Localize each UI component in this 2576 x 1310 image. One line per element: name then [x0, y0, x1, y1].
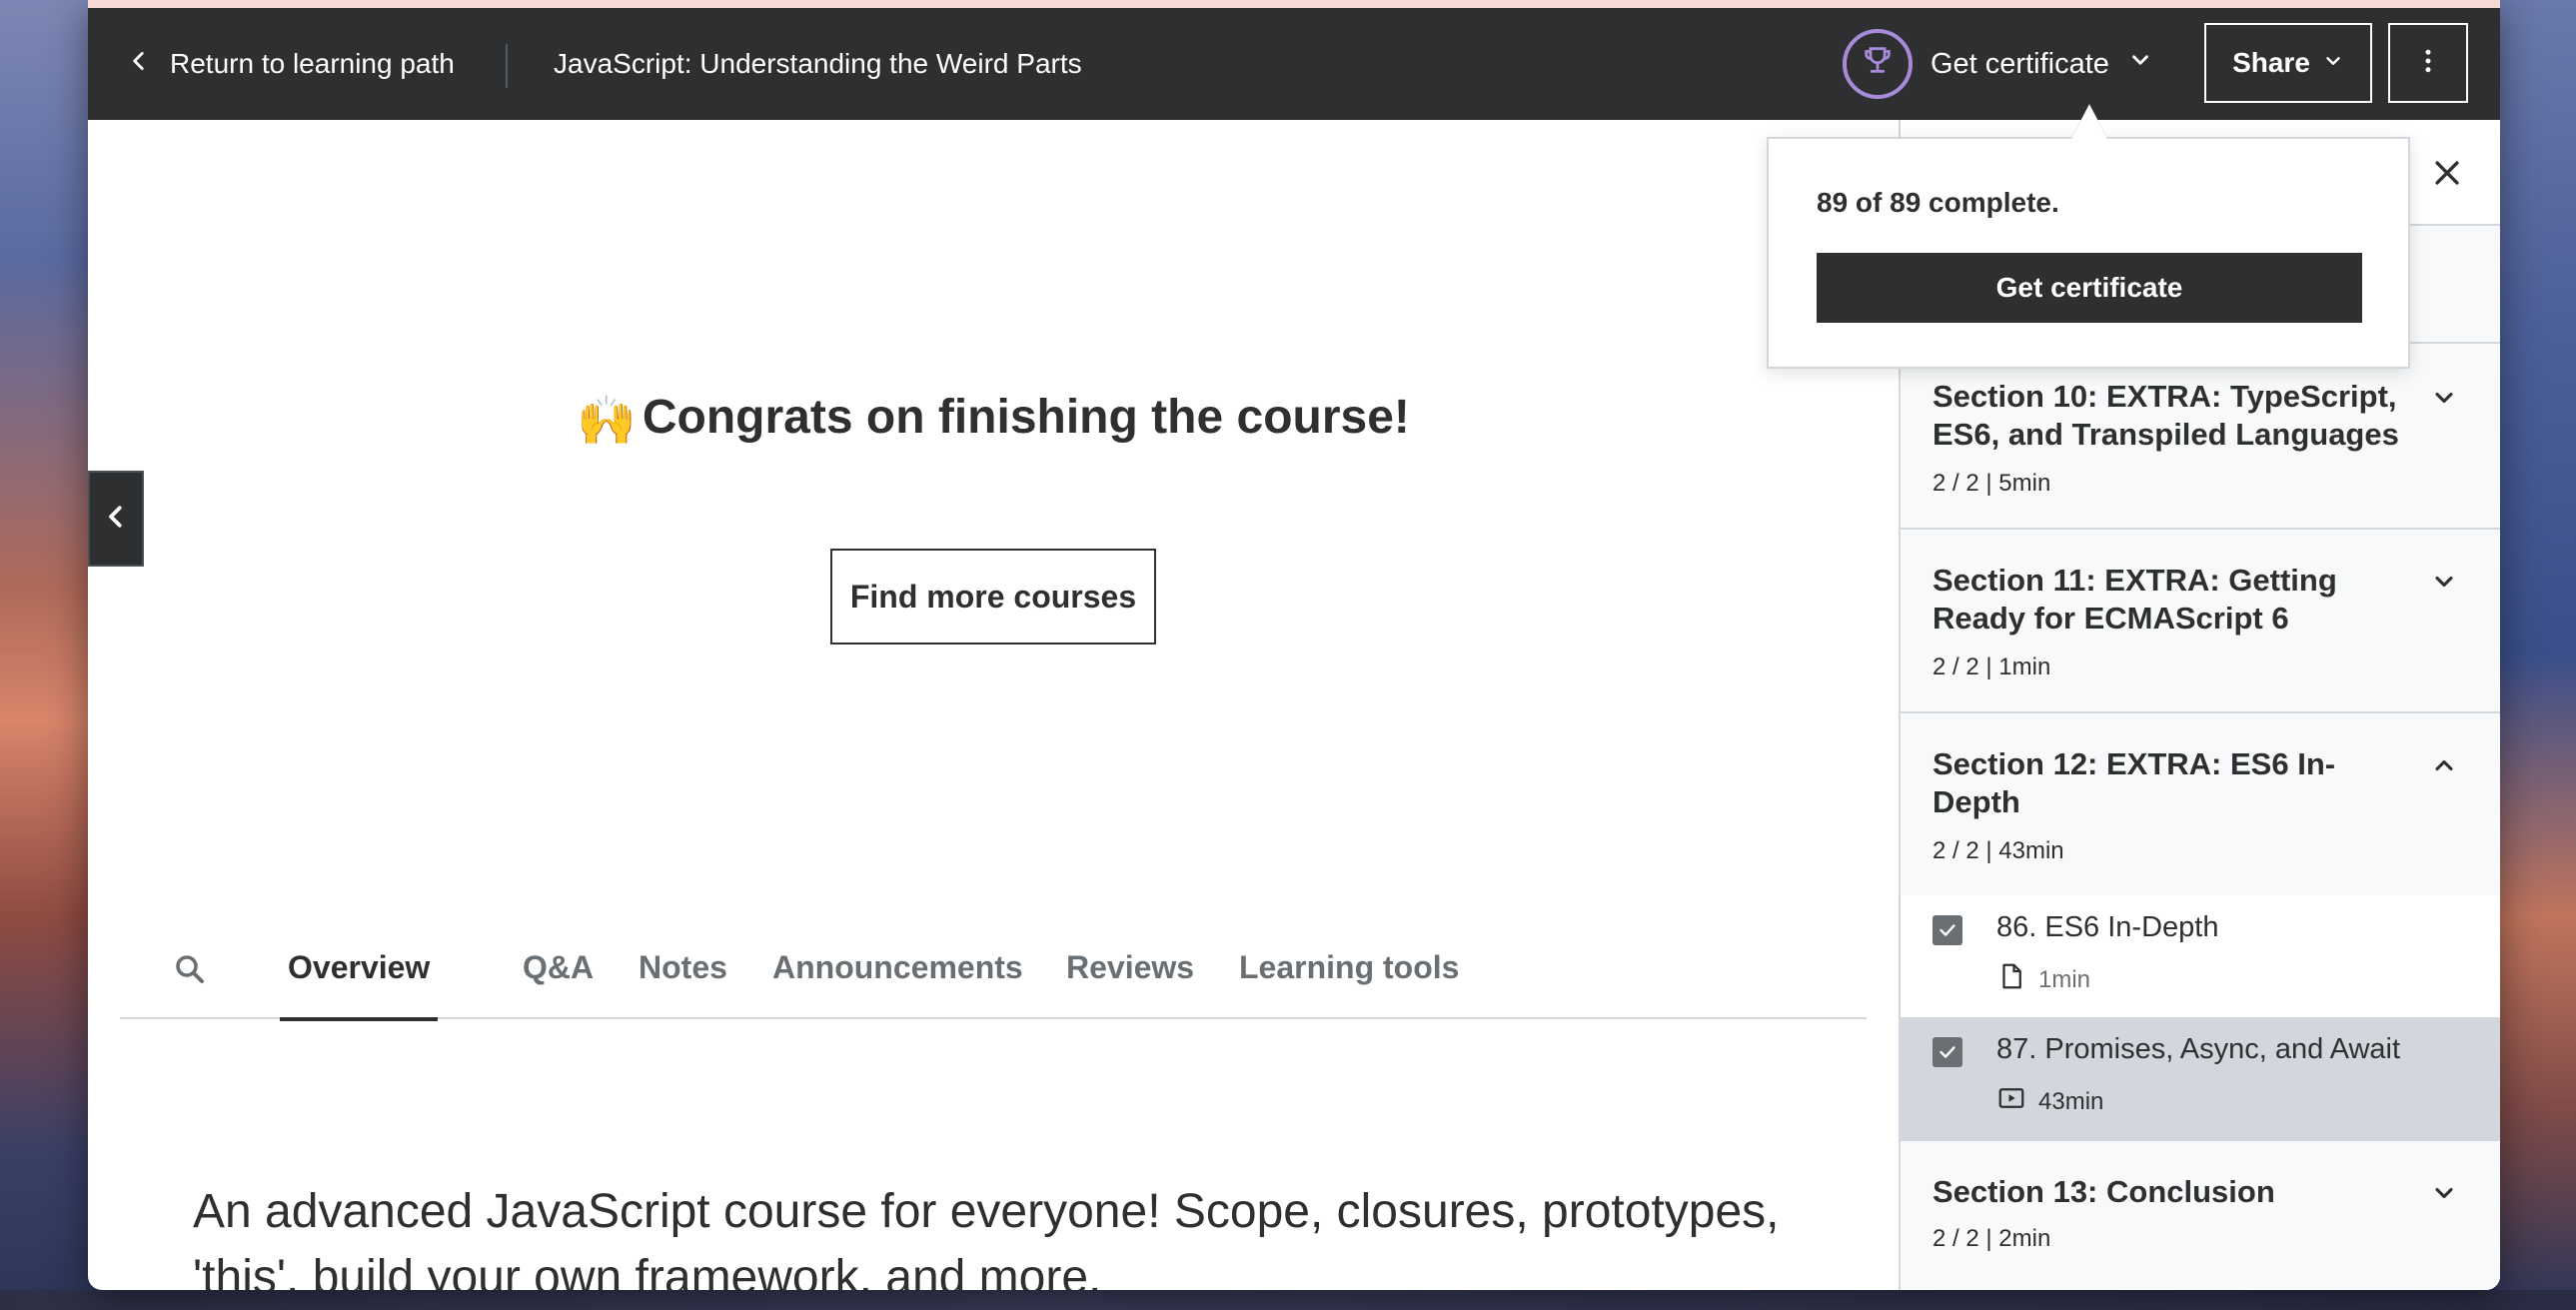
more-vertical-icon [2413, 46, 2443, 81]
section-meta: 2 / 2 | 2min [1932, 1225, 2051, 1252]
chevron-down-icon [2430, 384, 2458, 412]
header-divider [506, 44, 508, 88]
tab-overview[interactable]: Overview [279, 929, 439, 1021]
lecture-item-86[interactable]: 86. ES6 In-Depth 1min [1901, 895, 2500, 1017]
tab-reviews[interactable]: Reviews [1066, 929, 1194, 1019]
desktop-wallpaper-right [2496, 0, 2576, 1310]
get-certificate-label: Get certificate [1931, 47, 2109, 80]
search-icon[interactable] [172, 951, 208, 987]
completed-checkbox[interactable] [1932, 1037, 1962, 1067]
chevron-down-icon [2430, 1179, 2458, 1207]
section-10[interactable]: Section 10: EXTRA: TypeScript, ES6, and … [1901, 346, 2500, 530]
raising-hands-icon: 🙌 [577, 394, 637, 448]
section-meta: 2 / 2 | 43min [1932, 837, 2064, 864]
congrats-text: Congrats on finishing the course! [642, 391, 1410, 444]
lecture-meta: 1min [1996, 961, 2090, 998]
lecture-meta: 43min [1996, 1083, 2103, 1120]
file-icon [1996, 961, 2026, 998]
tab-learning-tools[interactable]: Learning tools [1239, 929, 1459, 1019]
section-11[interactable]: Section 11: EXTRA: Getting Ready for ECM… [1901, 530, 2500, 713]
lecture-title: 87. Promises, Async, and Await [1996, 1033, 2401, 1065]
desktop-wallpaper-left [0, 0, 90, 1310]
more-options-button[interactable] [2388, 23, 2468, 103]
section-title: Section 13: Conclusion [1932, 1174, 2275, 1209]
window-top-strip [88, 0, 2500, 8]
course-tabs: Overview Q&A Notes Announcements Reviews… [120, 929, 1867, 1021]
congrats-heading: 🙌 Congrats on finishing the course! [88, 390, 1899, 449]
chevron-down-icon [2322, 47, 2344, 79]
chevron-left-icon [101, 502, 131, 537]
tab-notes[interactable]: Notes [639, 929, 727, 1019]
get-certificate-button[interactable]: Get certificate [1817, 253, 2362, 323]
section-meta: 2 / 2 | 1min [1932, 654, 2051, 680]
tab-qa[interactable]: Q&A [523, 929, 594, 1019]
chevron-up-icon [2430, 751, 2458, 779]
previous-lecture-button[interactable] [88, 471, 144, 567]
video-icon [1996, 1083, 2026, 1120]
popover-arrow [2071, 105, 2107, 139]
chevron-down-icon [2127, 47, 2153, 81]
return-to-learning-path-link[interactable]: Return to learning path [126, 8, 455, 120]
section-title: Section 12: EXTRA: ES6 In-Depth [1932, 746, 2336, 819]
section-12[interactable]: Section 12: EXTRA: ES6 In-Depth 2 / 2 | … [1901, 713, 2500, 895]
section-title: Section 10: EXTRA: TypeScript, ES6, and … [1932, 379, 2399, 452]
course-title: JavaScript: Understanding the Weird Part… [554, 48, 1082, 79]
lecture-duration: 1min [2038, 965, 2091, 993]
trophy-progress-ring [1843, 29, 1913, 99]
chevron-down-icon [2430, 568, 2458, 596]
section-meta: 2 / 2 | 5min [1932, 470, 2051, 497]
course-description: An advanced JavaScript course for everyo… [193, 1185, 1780, 1290]
browser-window: Return to learning path JavaScript: Unde… [88, 0, 2500, 1290]
chevron-left-icon [126, 48, 152, 81]
completion-progress-text: 89 of 89 complete. [1817, 187, 2059, 218]
find-more-courses-button[interactable]: Find more courses [830, 549, 1156, 645]
close-icon[interactable] [2430, 156, 2464, 190]
trophy-icon [1861, 43, 1895, 85]
desktop-wallpaper-bottom [0, 1290, 2576, 1310]
certificate-popover: 89 of 89 complete. Get certificate [1767, 137, 2410, 369]
tab-announcements[interactable]: Announcements [772, 929, 1023, 1019]
lecture-title: 86. ES6 In-Depth [1996, 911, 2219, 943]
course-header: Return to learning path JavaScript: Unde… [88, 8, 2500, 120]
return-label: Return to learning path [170, 48, 455, 79]
share-button[interactable]: Share [2204, 23, 2372, 103]
lecture-item-87[interactable]: 87. Promises, Async, and Await 43min [1901, 1017, 2500, 1139]
share-label: Share [2232, 47, 2310, 78]
lecture-duration: 43min [2038, 1087, 2104, 1115]
get-certificate-dropdown[interactable]: Get certificate [1843, 8, 2153, 120]
section-title: Section 11: EXTRA: Getting Ready for ECM… [1932, 563, 2337, 636]
section-13[interactable]: Section 13: Conclusion 2 / 2 | 2min [1901, 1139, 2500, 1290]
course-main: 🙌 Congrats on finishing the course! Find … [88, 120, 1899, 1290]
completed-checkbox[interactable] [1932, 915, 1962, 945]
